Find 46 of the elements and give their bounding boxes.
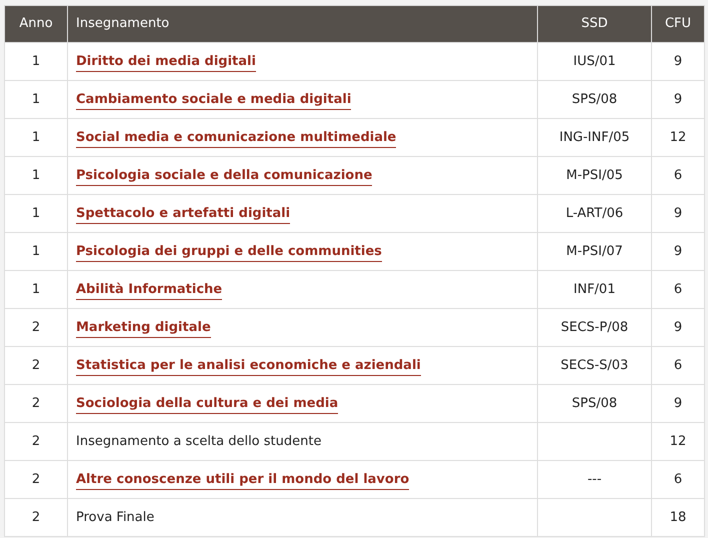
table-cell: 6 [652,156,704,194]
column-header: Anno [4,6,68,42]
table-cell: SPS/08 [538,384,652,422]
table-cell: 1 [4,156,68,194]
table-cell: 1 [4,118,68,156]
table-cell: SECS-P/08 [538,308,652,346]
table-cell: 9 [652,232,704,270]
table-cell: 1 [4,42,68,80]
table-cell: 9 [652,42,704,80]
table-cell: SECS-S/03 [538,346,652,384]
table-cell: IUS/01 [538,42,652,80]
column-header: Insegnamento [68,6,538,42]
table-cell: ING-INF/05 [538,118,652,156]
table-cell: M-PSI/07 [538,232,652,270]
course-link[interactable]: Abilità Informatiche [76,282,222,300]
table-cell: 9 [652,308,704,346]
table-cell: 1 [4,270,68,308]
course-link[interactable]: Diritto dei media digitali [76,54,256,72]
table-cell: 9 [652,194,704,232]
table-cell: 2 [4,346,68,384]
table-cell: 12 [652,118,704,156]
table-cell: 2 [4,384,68,422]
table-cell: L-ART/06 [538,194,652,232]
table-cell: 2 [4,308,68,346]
table-cell: 2 [4,498,68,536]
table-cell: 2 [4,460,68,498]
table-cell: 18 [652,498,704,536]
table-cell: Prova Finale [68,498,538,536]
course-link[interactable]: Marketing digitale [76,320,211,338]
table-cell: 12 [652,422,704,460]
table-cell: 6 [652,346,704,384]
table-cell: M-PSI/05 [538,156,652,194]
table-cell: 1 [4,194,68,232]
table-cell: --- [538,460,652,498]
table-cell: 9 [652,384,704,422]
column-header: CFU [652,6,704,42]
table-cell: 1 [4,232,68,270]
column-header: SSD [538,6,652,42]
table-cell: Insegnamento a scelta dello studente [68,422,538,460]
table-cell: SPS/08 [538,80,652,118]
table-cell: 2 [4,422,68,460]
table-cell: 9 [652,80,704,118]
table-cell: 1 [4,80,68,118]
table-cell: 6 [652,270,704,308]
table-cell: INF/01 [538,270,652,308]
table-cell: 6 [652,460,704,498]
